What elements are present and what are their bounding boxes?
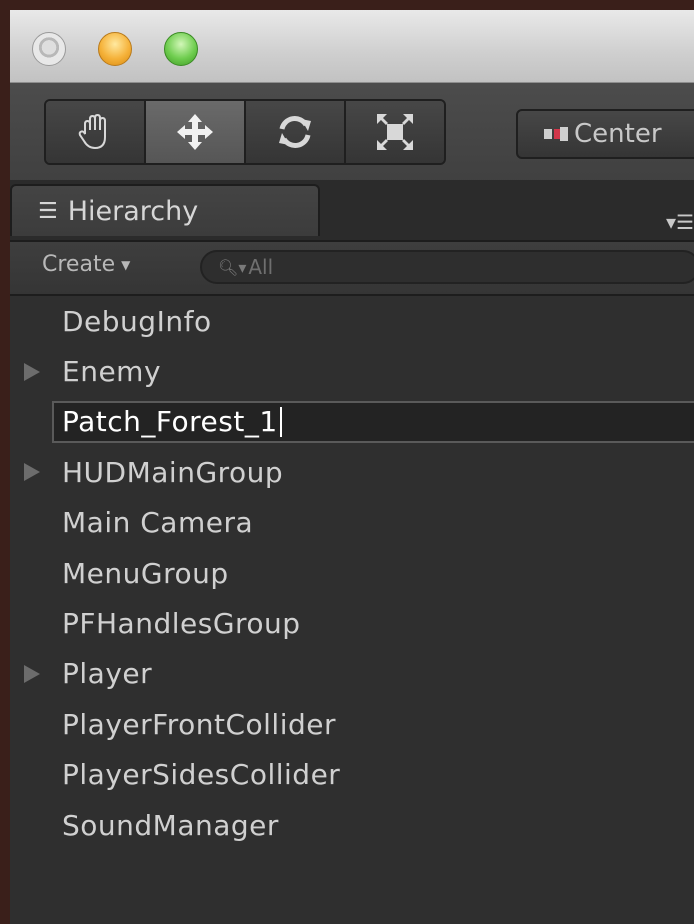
rotate-icon [279,116,311,148]
item-label: DebugInfo [62,304,212,338]
list-item[interactable]: Patch_Forest_1 [10,397,694,447]
list-item[interactable]: Enemy [10,346,694,396]
pivot-mode-button[interactable]: Center [516,109,694,159]
move-icon [177,114,213,150]
expand-arrow-icon[interactable] [24,362,40,381]
toolbar: Center [10,83,694,193]
text-caret [279,406,282,437]
list-item[interactable]: Player [10,649,694,699]
list-item[interactable]: Main Camera [10,498,694,548]
hierarchy-controls: Create ▼ 🔍︎▾ All [10,240,694,296]
rotate-tool-button[interactable] [246,101,346,163]
move-tool-button[interactable] [146,101,246,163]
expand-arrow-icon[interactable] [24,463,40,482]
zoom-window-button[interactable] [164,32,198,66]
list-item[interactable]: MenuGroup [10,548,694,598]
scale-icon [377,114,413,150]
item-label: PlayerSidesCollider [62,758,341,792]
minimize-window-button[interactable] [98,32,132,66]
item-label: PFHandlesGroup [62,607,301,641]
item-label: Player [62,657,153,691]
title-bar [10,10,694,83]
list-item[interactable]: PlayerFrontCollider [10,699,694,749]
transform-tools [44,99,446,165]
rename-value: Patch_Forest_1 [62,405,278,439]
list-item[interactable]: PlayerSidesCollider [10,750,694,800]
item-label: SoundManager [62,808,279,842]
item-label: PlayerFrontCollider [62,707,336,741]
item-label: Main Camera [62,506,254,540]
panel-menu-icon[interactable]: ▾☰ [666,210,694,234]
close-window-button[interactable] [32,32,66,66]
expand-arrow-icon[interactable] [24,664,40,683]
search-placeholder: All [248,255,274,279]
pivot-mode-label: Center [574,119,662,149]
pivot-center-icon [544,127,568,141]
hand-tool-button[interactable] [46,101,146,163]
create-dropdown[interactable]: Create ▼ [42,252,130,277]
dropdown-arrow-icon: ▼ [121,258,131,272]
list-icon: ☰ [38,198,58,224]
scale-tool-button[interactable] [346,101,444,163]
tab-hierarchy[interactable]: ☰ Hierarchy [10,184,320,236]
list-item[interactable]: SoundManager [10,800,694,850]
create-label: Create [42,252,116,277]
tab-hierarchy-label: Hierarchy [67,195,199,227]
hierarchy-tab-row: ☰ Hierarchy ▾☰ [10,180,694,240]
rename-field[interactable]: Patch_Forest_1 [52,400,694,443]
editor-window: Center ☰ Hierarchy ▾☰ Create ▼ 🔍︎▾ All De… [10,10,694,924]
item-label: Enemy [62,355,162,389]
list-item[interactable]: PFHandlesGroup [10,598,694,648]
hand-icon [78,113,106,150]
item-label: MenuGroup [62,556,229,590]
item-label: HUDMainGroup [62,455,284,489]
list-item[interactable]: DebugInfo [10,296,694,346]
search-icon: 🔍︎▾ [218,257,247,277]
hierarchy-list: DebugInfo Enemy Patch_Forest_1 HUDMainGr… [10,296,694,850]
search-input[interactable]: 🔍︎▾ All [200,250,694,284]
list-item[interactable]: HUDMainGroup [10,447,694,497]
